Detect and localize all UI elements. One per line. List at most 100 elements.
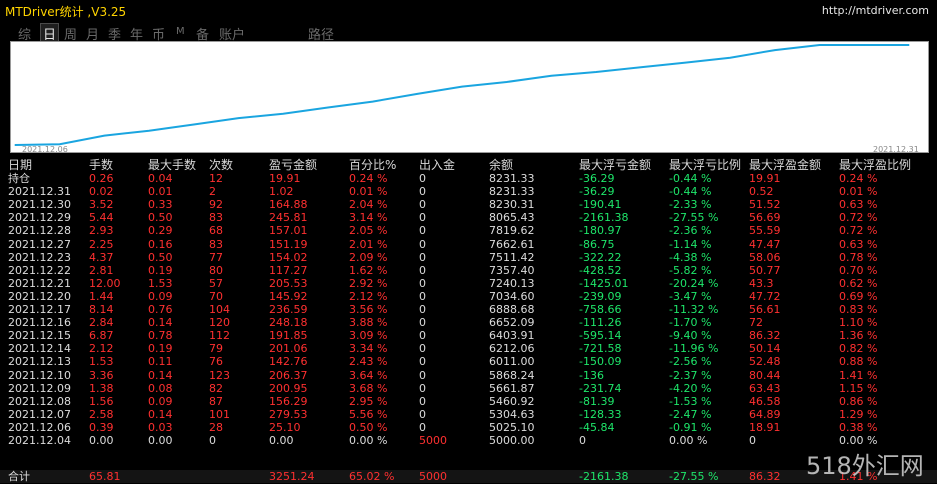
cell-trades: 92 [209, 198, 223, 212]
cell-balance: 6888.68 [489, 303, 535, 316]
cell-lots: 6.87 [89, 329, 114, 343]
balance-point [863, 44, 865, 46]
cell-max-float-profit-pct: 0.69 % [839, 289, 878, 303]
cell-max-float-loss: -81.39 [579, 394, 615, 408]
cell-pnl: 191.85 [269, 329, 308, 343]
cell-trades: 80 [209, 263, 223, 277]
cell-max-lots: 0.29 [148, 224, 173, 238]
cell-max-float-profit-pct: 0.38 % [839, 420, 878, 434]
tab-magic[interactable]: M [176, 26, 185, 37]
cell-trades: 2 [209, 185, 216, 199]
table-row: 2021.12.17 8.14 0.76 104 236.59 3.56 % 0 6888.6… [0, 303, 937, 316]
cell-pnl: 248.18 [269, 316, 308, 330]
cell-deposit: 5000 [419, 434, 447, 447]
cell-trades: 79 [209, 342, 223, 356]
cell-percent: 2.92 % [349, 276, 388, 290]
cell-balance: 8065.43 [489, 211, 535, 225]
cell-pnl: 200.95 [269, 381, 308, 395]
cell-max-float-profit: 55.59 [749, 224, 781, 238]
cell-trades: 123 [209, 368, 230, 382]
cell-max-float-profit: 58.06 [749, 250, 781, 264]
cell-max-float-loss: -136 [579, 368, 604, 382]
cell-percent: 65.02 % [349, 470, 395, 483]
title-bar: MTDriver统计 ,V3.25 http://mtdriver.com [0, 0, 937, 22]
cell-trades: 77 [209, 250, 223, 264]
cell-trades: 76 [209, 355, 223, 369]
cell-lots: 0.39 [89, 420, 114, 434]
cell-balance: 5868.24 [489, 368, 535, 382]
table-row: 2021.12.13 1.53 0.11 76 142.76 2.43 % 0 6011.00… [0, 355, 937, 368]
cell-date: 2021.12.27 [8, 237, 71, 251]
cell-percent: 3.09 % [349, 329, 388, 343]
cell-max-float-loss: -428.52 [579, 263, 622, 277]
cell-max-float-profit-pct: 0.82 % [839, 342, 878, 356]
balance-chart-svg [14, 44, 910, 146]
cell-deposit: 0 [419, 237, 426, 251]
chart-end-date: 2021.12.31 [873, 145, 919, 154]
table-row: 2021.12.08 1.56 0.09 87 156.29 2.95 % 0 5460.92… [0, 395, 937, 408]
cell-max-lots: 0.14 [148, 407, 173, 421]
cell-percent: 3.68 % [349, 381, 388, 395]
cell-lots: 0.02 [89, 185, 114, 199]
cell-balance: 7662.61 [489, 237, 535, 251]
cell-lots: 5.44 [89, 211, 114, 225]
cell-max-float-profit-pct: 0.01 % [839, 185, 878, 199]
cell-max-float-loss-pct: -2.47 % [669, 407, 712, 421]
cell-lots: 1.53 [89, 355, 114, 369]
cell-max-float-loss: -86.75 [579, 237, 615, 251]
cell-deposit: 0 [419, 381, 426, 395]
cell-balance: 7511.42 [489, 250, 535, 264]
cell-pnl: 245.81 [269, 211, 308, 225]
cell-lots: 1.56 [89, 394, 114, 408]
cell-pnl: 142.76 [269, 355, 308, 369]
cell-pnl: 205.53 [269, 276, 308, 290]
balance-point [14, 144, 16, 146]
cell-lots: 8.14 [89, 303, 114, 316]
cell-trades: 87 [209, 394, 223, 408]
cell-deposit: 0 [419, 289, 426, 303]
cell-percent: 0.01 % [349, 185, 388, 199]
cell-pnl: 151.19 [269, 237, 308, 251]
cell-max-lots: 0.50 [148, 250, 173, 264]
cell-balance: 7819.62 [489, 224, 535, 238]
cell-max-lots: 0.00 [148, 434, 173, 447]
cell-max-lots: 0.09 [148, 289, 173, 303]
cell-lots: 4.37 [89, 250, 114, 264]
cell-balance: 7240.13 [489, 276, 535, 290]
cell-max-lots: 0.08 [148, 381, 173, 395]
column-header-max-float-loss-pct: 最大浮亏比例 [669, 158, 742, 172]
cell-pnl: 236.59 [269, 303, 308, 316]
cell-max-float-loss: -721.58 [579, 342, 622, 356]
cell-date: 2021.12.07 [8, 407, 71, 421]
cell-percent: 2.12 % [349, 289, 388, 303]
cell-deposit: 0 [419, 172, 426, 185]
balance-point [282, 113, 284, 115]
table-row: 2021.12.22 2.81 0.19 80 117.27 1.62 % 0 7357.40… [0, 264, 937, 277]
cell-max-float-loss-pct: -20.24 % [669, 276, 719, 290]
balance-point [774, 49, 776, 51]
cell-max-float-profit: 52.48 [749, 355, 781, 369]
cell-max-float-profit-pct: 0.72 % [839, 211, 878, 225]
column-header-max-lots: 最大手数 [148, 158, 197, 172]
cell-max-float-profit: 47.47 [749, 237, 781, 251]
cell-max-float-profit: 63.43 [749, 381, 781, 395]
cell-balance: 7034.60 [489, 289, 535, 303]
cell-max-float-loss: 0 [579, 434, 586, 447]
cell-balance: 8230.31 [489, 198, 535, 212]
cell-lots: 2.84 [89, 316, 114, 330]
balance-chart [10, 41, 929, 153]
cell-percent: 3.88 % [349, 316, 388, 330]
cell-lots: 2.25 [89, 237, 114, 251]
cell-balance: 8231.33 [489, 172, 535, 185]
cell-max-float-loss: -322.22 [579, 250, 622, 264]
website-link[interactable]: http://mtdriver.com [822, 4, 929, 17]
cell-max-lots: 0.14 [148, 368, 173, 382]
cell-max-lots: 0.03 [148, 420, 173, 434]
cell-max-float-loss-pct: -1.70 % [669, 316, 712, 330]
cell-max-float-loss-pct: -11.32 % [669, 303, 719, 316]
cell-date: 2021.12.17 [8, 303, 71, 316]
balance-point [148, 130, 150, 132]
cell-max-float-loss: -128.33 [579, 407, 622, 421]
cell-max-float-profit-pct: 0.63 % [839, 237, 878, 251]
cell-balance: 6011.00 [489, 355, 535, 369]
